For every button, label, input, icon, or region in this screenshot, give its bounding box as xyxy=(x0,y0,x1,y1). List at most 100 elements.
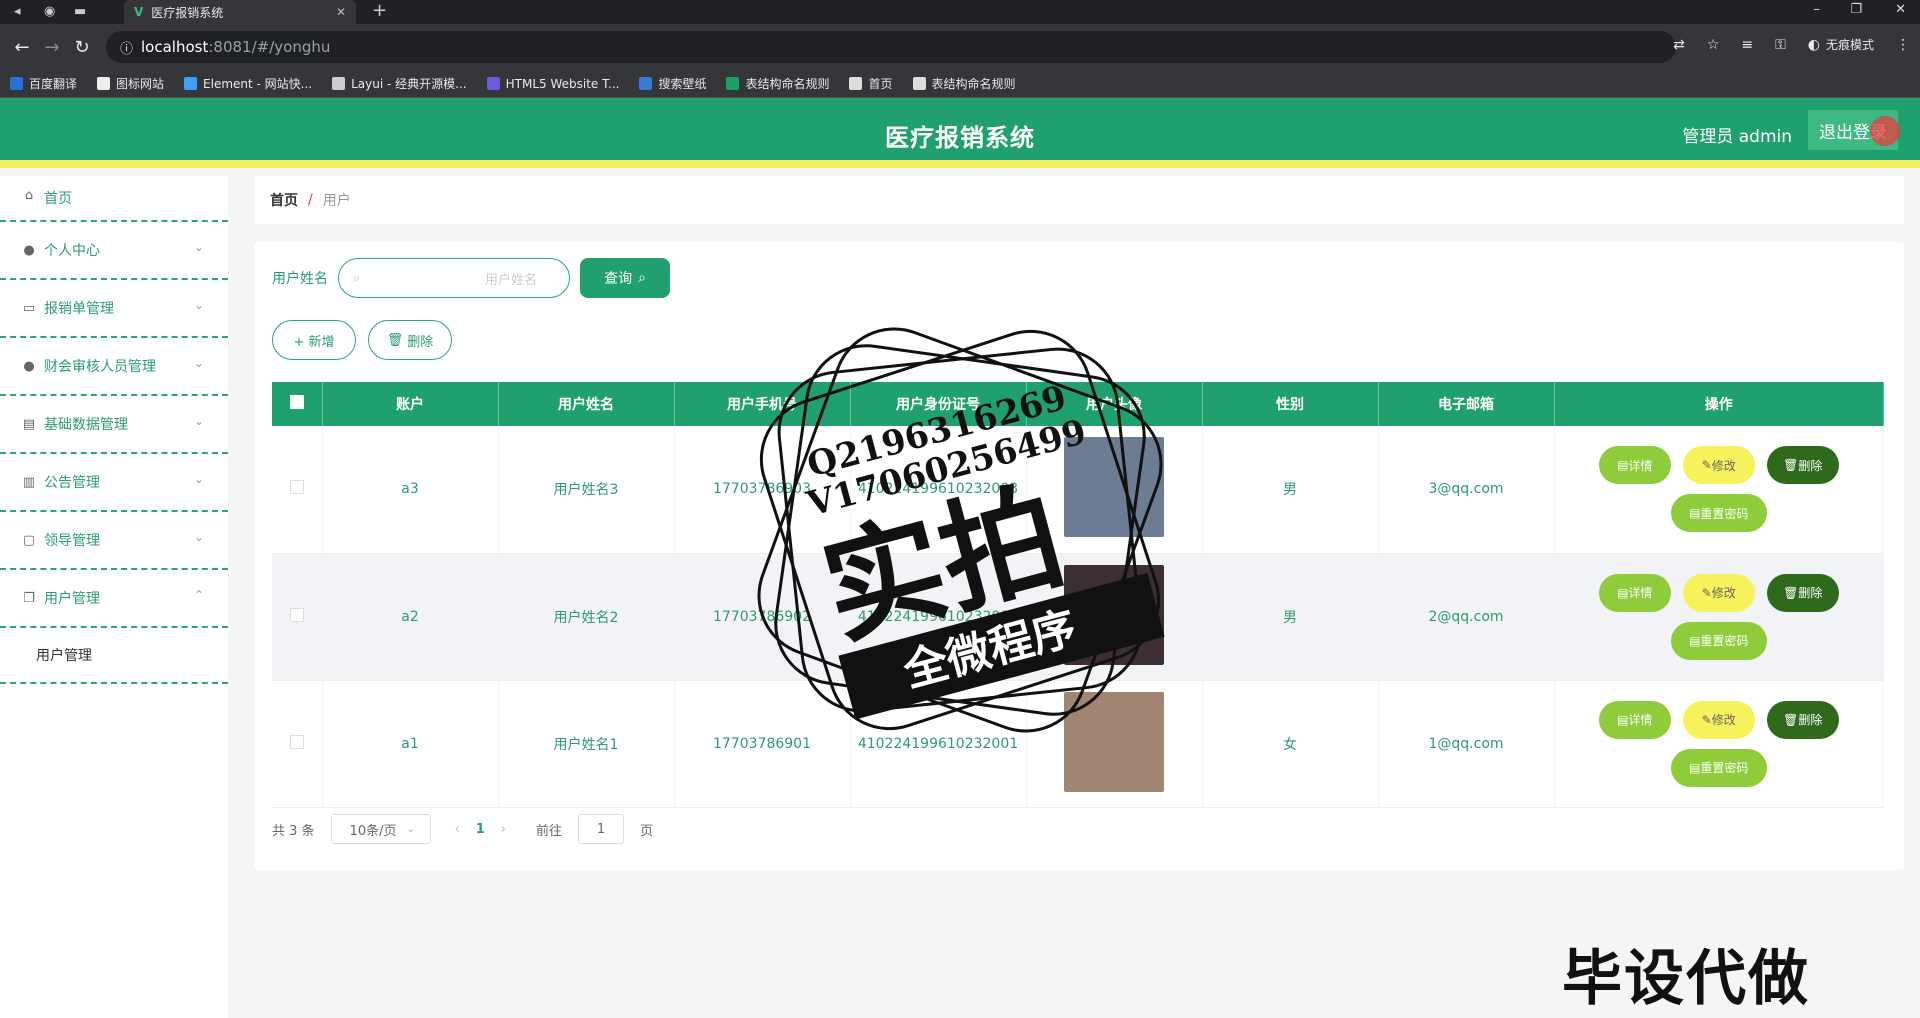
delete-icon: 🗑 xyxy=(1783,585,1799,600)
delete-button[interactable]: 🗑 删除 xyxy=(1766,573,1839,612)
sidebar-item[interactable]: ▤ 基础数据管理 ⌄ xyxy=(0,396,228,454)
incognito-badge[interactable]: ◐ 无痕模式 xyxy=(1808,36,1874,53)
sidebar-item[interactable]: ▢ 领导管理 ⌄ xyxy=(0,512,228,570)
query-button[interactable]: 查询 ⌕ xyxy=(580,258,670,298)
bookmark-item[interactable]: 表结构命名规则 xyxy=(726,75,829,92)
delete-button[interactable]: 🗑 删除 xyxy=(1766,700,1839,739)
reset-password-icon: ▤ xyxy=(1689,633,1701,648)
add-button[interactable]: + 新增 xyxy=(272,320,356,360)
table-cell: 用户姓名3 xyxy=(498,426,675,554)
reset-password-button[interactable]: ▤ 重置密码 xyxy=(1670,494,1767,533)
close-tab-icon[interactable]: ✕ xyxy=(336,5,346,19)
app-title: 医疗报销系统 xyxy=(885,124,1035,152)
clipboard-icon: ▥ xyxy=(22,474,36,490)
cell-email: 3@qq.com xyxy=(1428,481,1504,498)
bookmark-item[interactable]: 搜索壁纸 xyxy=(639,75,706,92)
add-label: + 新增 xyxy=(293,334,335,350)
detail-button[interactable]: ▤ 详情 xyxy=(1598,446,1671,485)
current-page[interactable]: 1 xyxy=(476,822,485,837)
bookmark-item[interactable]: 百度翻译 xyxy=(10,75,77,92)
admin-label: 管理员 admin xyxy=(1682,127,1792,147)
detail-button[interactable]: ▤ 详情 xyxy=(1598,573,1671,612)
url-field[interactable]: ⓘ localhost:8081/#/yonghu xyxy=(106,31,1676,63)
sidebar: ⌂ 首页 ● 个人中心 ⌄ ▭ 报销单管理 ⌄ ● 财会审核人员管理 ⌄ ▤ 基础数据管理 ⌄ ▥ 公告管理 ⌄… xyxy=(0,176,228,1018)
message-icon: ▢ xyxy=(22,532,36,548)
restore-icon[interactable]: ❐ xyxy=(1850,2,1862,17)
bookmark-item[interactable]: 图标网站 xyxy=(97,75,164,92)
window-icon[interactable]: ▬ xyxy=(74,4,86,19)
reset-password-icon: ▤ xyxy=(1689,506,1701,521)
pagination-total: 共 3 条 xyxy=(272,823,315,839)
bookmark-item[interactable]: Layui - 经典开源模... xyxy=(332,75,467,92)
bookmark-item[interactable]: HTML5 Website T... xyxy=(486,77,619,91)
reload-icon[interactable]: ↻ xyxy=(74,37,90,58)
trash-icon: 🗑 xyxy=(386,332,404,348)
browser-tab[interactable]: V 医疗报销系统 ✕ xyxy=(124,0,356,24)
sidebar-subitem-user-management[interactable]: 用户管理 xyxy=(0,628,228,684)
menu-icon[interactable]: ⋮ xyxy=(1896,37,1910,53)
bookmark-icon xyxy=(184,77,198,90)
edit-button[interactable]: ✎ 修改 xyxy=(1682,573,1755,612)
detail-button[interactable]: ▤ 详情 xyxy=(1598,700,1671,739)
minimize-icon[interactable]: – xyxy=(1814,2,1821,17)
goto-page-input[interactable]: 1 xyxy=(578,814,625,844)
sidebar-subitem-label: 用户管理 xyxy=(36,648,92,664)
reset-password-button[interactable]: ▤ 重置密码 xyxy=(1670,748,1767,787)
delete-icon: 🗑 xyxy=(1783,458,1799,473)
page-size-select[interactable]: 10条/页 ⌄ xyxy=(330,814,431,844)
sidebar-item[interactable]: ▥ 公告管理 ⌄ xyxy=(0,454,228,512)
reset-password-button[interactable]: ▤ 重置密码 xyxy=(1670,621,1767,660)
forward-icon[interactable]: → xyxy=(44,37,60,58)
new-tab-icon[interactable]: + xyxy=(372,0,387,21)
sidebar-item[interactable]: ▭ 报销单管理 ⌄ xyxy=(0,280,228,338)
close-window-icon[interactable]: ✕ xyxy=(1895,2,1906,17)
sidebar-item-label: 公告管理 xyxy=(44,475,100,491)
breadcrumb-home[interactable]: 首页 xyxy=(270,190,298,210)
next-page-icon[interactable]: › xyxy=(501,822,506,837)
cell-gender: 女 xyxy=(1283,736,1297,753)
globe-icon[interactable]: ◉ xyxy=(44,4,55,19)
table-cell xyxy=(272,680,323,808)
star-icon[interactable]: ☆ xyxy=(1707,37,1720,53)
select-all-checkbox[interactable] xyxy=(289,395,304,409)
search-input[interactable]: ⌕ 用户姓名 xyxy=(338,258,570,298)
browser-tab-title: 医疗报销系统 xyxy=(151,5,224,20)
edit-button-label: 修改 xyxy=(1711,713,1736,727)
browser-tab-strip: ◂ ◉ ▬ V 医疗报销系统 ✕ + – ❐ ✕ xyxy=(0,0,1920,24)
cell-account: a3 xyxy=(401,481,419,498)
row-checkbox[interactable] xyxy=(289,480,304,495)
edit-button[interactable]: ✎ 修改 xyxy=(1682,700,1755,739)
table-cell: 用户姓名1 xyxy=(498,680,675,808)
sidebar-item[interactable]: ❐ 用户管理 ⌃ xyxy=(0,570,228,628)
sidebar-item[interactable]: ● 财会审核人员管理 ⌄ xyxy=(0,338,228,396)
bookmark-item[interactable]: Element - 网站快... xyxy=(184,75,312,92)
goto-label: 前往 xyxy=(536,823,563,839)
speaker-icon[interactable]: ◂ xyxy=(14,4,21,19)
logout-button[interactable]: 退出登录 xyxy=(1808,110,1900,150)
table-cell: 男 xyxy=(1202,553,1379,681)
info-icon: ⓘ xyxy=(120,41,134,57)
prev-page-icon[interactable]: ‹ xyxy=(455,822,460,837)
row-checkbox[interactable] xyxy=(289,607,304,622)
sidebar-item[interactable]: ● 个人中心 ⌄ xyxy=(0,222,228,280)
incognito-label: 无痕模式 xyxy=(1825,38,1874,52)
bookmark-item[interactable]: 表结构命名规则 xyxy=(912,75,1016,92)
delete-button[interactable]: 🗑 删除 xyxy=(1766,446,1839,485)
cell-email: 2@qq.com xyxy=(1428,608,1504,625)
goto-page-value: 1 xyxy=(596,821,606,837)
column-header: 账户 xyxy=(322,382,499,426)
bookmark-icon xyxy=(332,77,346,90)
edit-button[interactable]: ✎ 修改 xyxy=(1682,446,1755,485)
chevron-icon: ⌄ xyxy=(193,298,204,312)
key-icon[interactable]: ⚿ xyxy=(1775,37,1786,53)
reading-list-icon[interactable]: ≡ xyxy=(1741,37,1753,53)
bookmark-item[interactable]: 首页 xyxy=(849,75,893,92)
column-header: 操作 xyxy=(1554,382,1884,426)
batch-delete-button[interactable]: 🗑 删除 xyxy=(368,320,452,360)
translate-icon[interactable]: ⇄ xyxy=(1673,37,1685,53)
breadcrumb: 首页 / 用户 xyxy=(254,176,1904,224)
delete-icon: 🗑 xyxy=(1783,712,1799,727)
row-checkbox[interactable] xyxy=(289,734,304,749)
sidebar-item[interactable]: ⌂ 首页 xyxy=(0,176,228,222)
back-icon[interactable]: ← xyxy=(14,37,30,58)
